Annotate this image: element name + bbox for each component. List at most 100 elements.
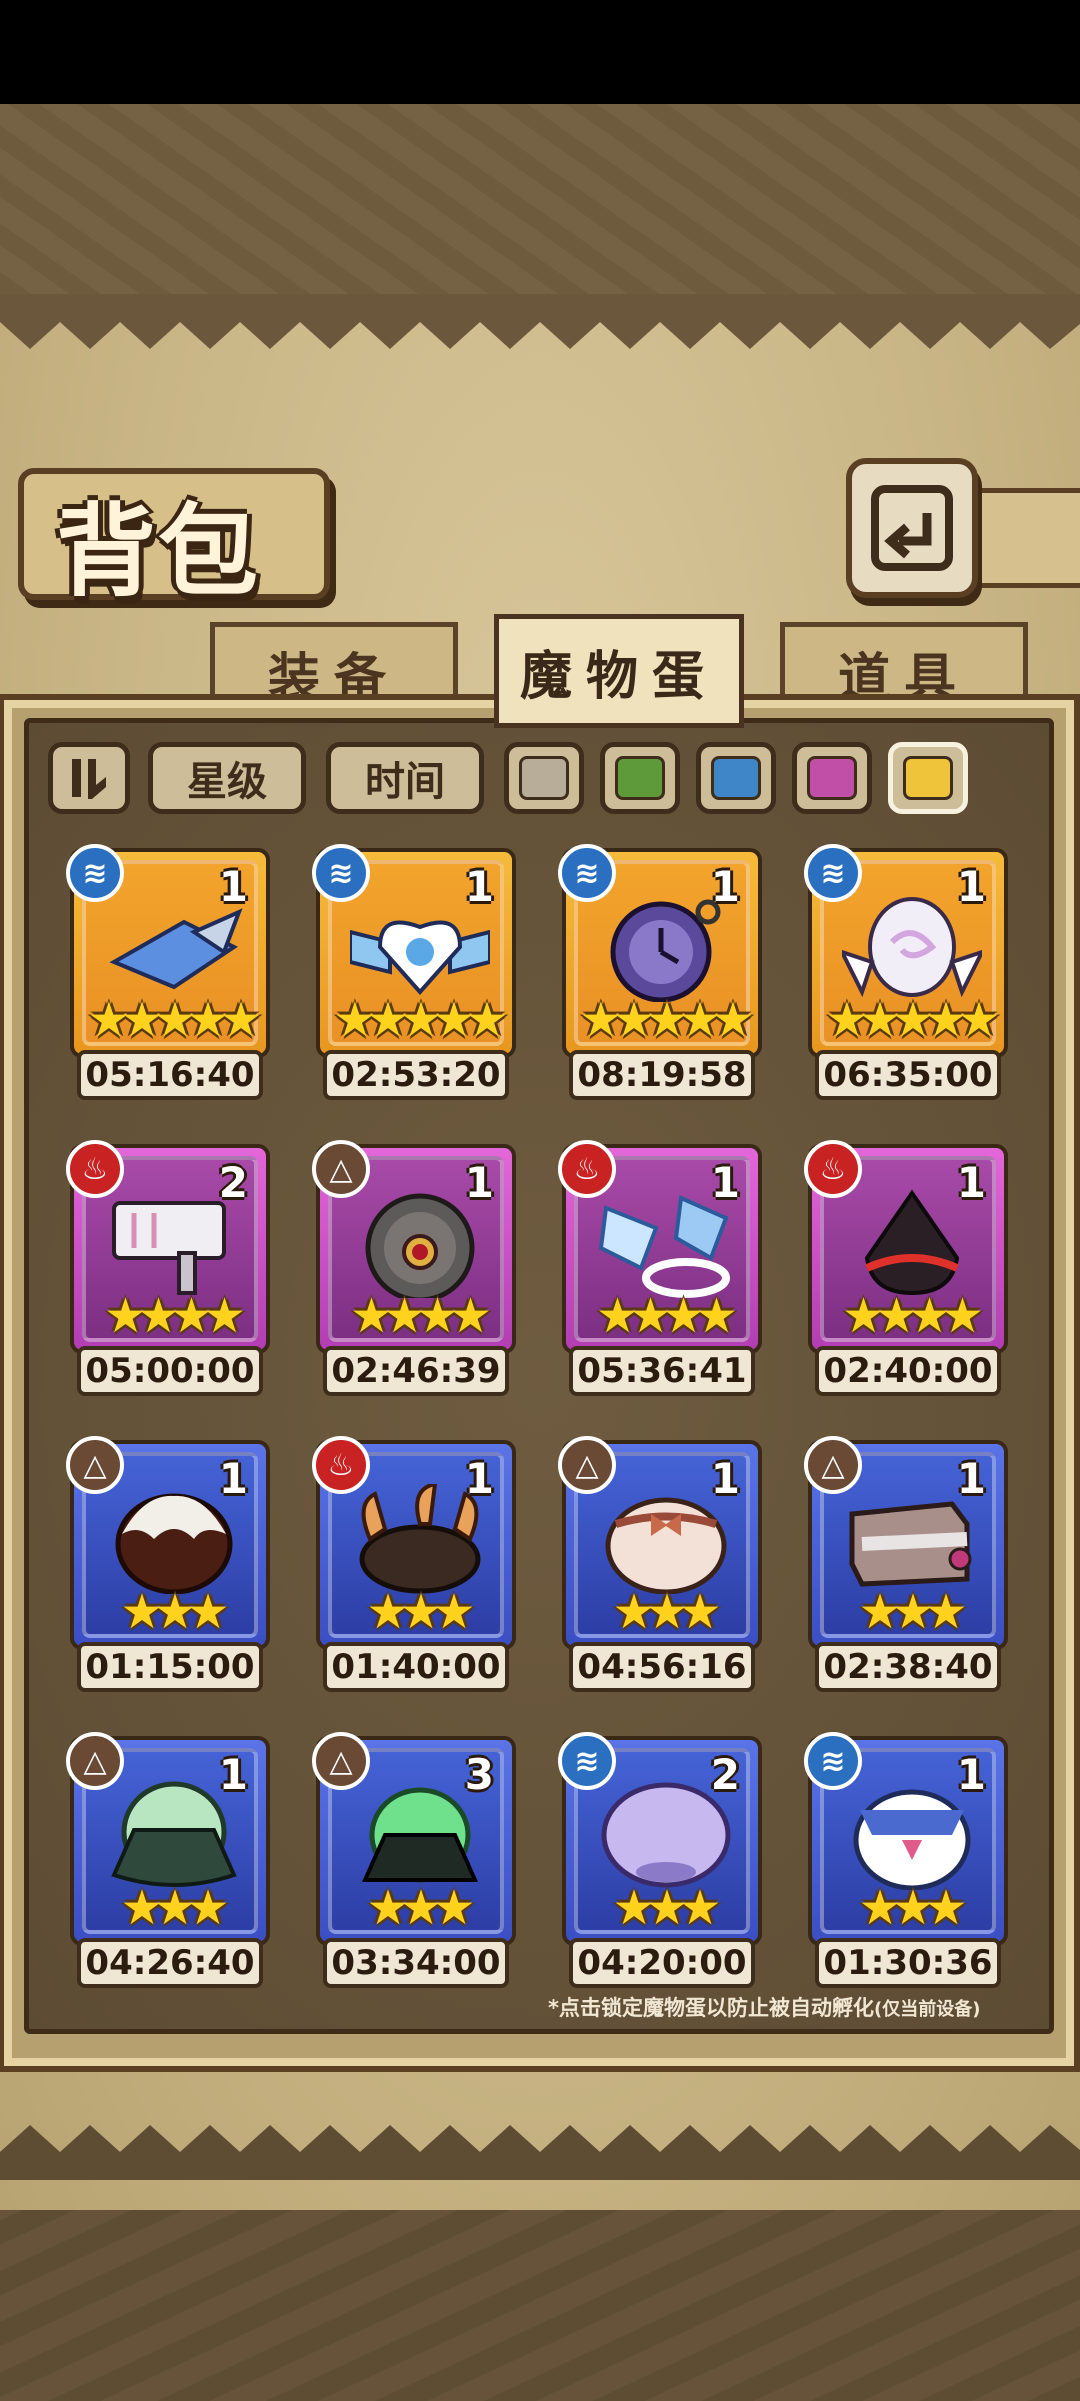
hatch-timer: 01:15:00 — [77, 1642, 263, 1692]
tab-monster-eggs[interactable]: 魔物蛋 — [494, 614, 744, 728]
element-fire-icon: ♨ — [558, 1140, 616, 1198]
hatch-timer: 02:53:20 — [323, 1050, 509, 1100]
element-earth-icon: △ — [312, 1732, 370, 1790]
egg-card[interactable]: △ 1 ★★★★ — [312, 1140, 516, 1354]
star-rating: ★★★ — [366, 1880, 475, 1936]
tab-label: 魔物蛋 — [519, 646, 718, 707]
hatch-timer: 05:36:41 — [569, 1346, 755, 1396]
star-rating: ★★★★ — [595, 1288, 738, 1344]
egg-count: 1 — [710, 1454, 740, 1503]
rarity-filter-gold[interactable] — [888, 742, 968, 814]
star-rating: ★★★ — [612, 1880, 721, 1936]
map-background-top — [0, 104, 1080, 294]
egg-count: 3 — [464, 1750, 494, 1799]
hatch-timer: 01:30:36 — [815, 1938, 1001, 1988]
egg-card[interactable]: ♨ 2 ★★★★ — [66, 1140, 270, 1354]
egg-card[interactable]: ≋ 2 ★★★ — [558, 1732, 762, 1946]
egg-card[interactable]: ≋ 1 ★★★★★ — [804, 844, 1008, 1058]
torn-edge-bottom — [0, 2125, 1080, 2180]
egg-count: 1 — [464, 1158, 494, 1207]
star-rating: ★★★ — [612, 1584, 721, 1640]
hatch-timer: 04:56:16 — [569, 1642, 755, 1692]
egg-card[interactable]: △ 1 ★★★ — [66, 1732, 270, 1946]
hatch-timer: 02:46:39 — [323, 1346, 509, 1396]
element-water-icon: ≋ — [66, 844, 124, 902]
rarity-filter-gray[interactable] — [504, 742, 584, 814]
element-water-icon: ≋ — [312, 844, 370, 902]
element-earth-icon: △ — [804, 1436, 862, 1494]
hatch-timer: 01:40:00 — [323, 1642, 509, 1692]
egg-count: 1 — [710, 862, 740, 911]
egg-count: 1 — [710, 1158, 740, 1207]
back-rail — [970, 488, 1080, 588]
egg-count: 1 — [956, 1454, 986, 1503]
map-background-bottom — [0, 2210, 1080, 2401]
star-rating: ★★★ — [120, 1584, 229, 1640]
star-rating: ★★★★ — [349, 1288, 492, 1344]
egg-count: 1 — [956, 1158, 986, 1207]
egg-count: 2 — [218, 1158, 248, 1207]
egg-card[interactable]: ♨ 1 ★★★★ — [558, 1140, 762, 1354]
egg-card[interactable]: △ 1 ★★★ — [558, 1436, 762, 1650]
hatch-timer: 05:16:40 — [77, 1050, 263, 1100]
egg-count: 1 — [464, 862, 494, 911]
hatch-timer: 05:00:00 — [77, 1346, 263, 1396]
sort-order-icon — [72, 759, 106, 799]
back-arrow-icon — [871, 485, 953, 571]
page-title: 背包 — [56, 492, 260, 610]
egg-card[interactable]: ≋ 1 ★★★★★ — [558, 844, 762, 1058]
star-rating: ★★★ — [366, 1584, 475, 1640]
star-rating: ★★★ — [858, 1880, 967, 1936]
star-rating: ★★★★★ — [825, 992, 1000, 1048]
star-rating: ★★★ — [120, 1880, 229, 1936]
hatch-timer: 04:26:40 — [77, 1938, 263, 1988]
rarity-filter-blue[interactable] — [696, 742, 776, 814]
hatch-timer: 03:34:00 — [323, 1938, 509, 1988]
element-fire-icon: ♨ — [312, 1436, 370, 1494]
rarity-filter-purple[interactable] — [792, 742, 872, 814]
lock-hint-suffix: (仅当前设备) — [873, 1999, 981, 2020]
element-earth-icon: △ — [312, 1140, 370, 1198]
hatch-timer: 04:20:00 — [569, 1938, 755, 1988]
egg-count: 1 — [956, 862, 986, 911]
egg-count: 1 — [956, 1750, 986, 1799]
egg-card[interactable]: △ 3 ★★★ — [312, 1732, 516, 1946]
egg-count: 1 — [464, 1454, 494, 1503]
egg-count: 1 — [218, 862, 248, 911]
rarity-filter-green[interactable] — [600, 742, 680, 814]
element-fire-icon: ♨ — [66, 1140, 124, 1198]
star-rating: ★★★★ — [103, 1288, 246, 1344]
torn-edge-top — [0, 294, 1080, 349]
back-button[interactable] — [846, 458, 978, 598]
element-fire-icon: ♨ — [804, 1140, 862, 1198]
egg-card[interactable]: ♨ 1 ★★★ — [312, 1436, 516, 1650]
star-rating: ★★★★★ — [579, 992, 754, 1048]
hatch-timer: 08:19:58 — [569, 1050, 755, 1100]
hatch-timer: 02:40:00 — [815, 1346, 1001, 1396]
element-water-icon: ≋ — [558, 844, 616, 902]
status-bar — [0, 0, 1080, 104]
egg-card[interactable]: △ 1 ★★★ — [804, 1436, 1008, 1650]
sort-time-button[interactable]: 时间 — [326, 742, 484, 814]
element-water-icon: ≋ — [558, 1732, 616, 1790]
egg-card[interactable]: ≋ 1 ★★★★★ — [312, 844, 516, 1058]
egg-card[interactable]: ♨ 1 ★★★★ — [804, 1140, 1008, 1354]
element-water-icon: ≋ — [804, 1732, 862, 1790]
element-earth-icon: △ — [558, 1436, 616, 1494]
egg-count: 1 — [218, 1750, 248, 1799]
element-water-icon: ≋ — [804, 844, 862, 902]
hatch-timer: 06:35:00 — [815, 1050, 1001, 1100]
egg-card[interactable]: △ 1 ★★★ — [66, 1436, 270, 1650]
lock-hint-text: *点击锁定魔物蛋以防止被自动孵化(仅当前设备) — [548, 1992, 980, 2022]
egg-count: 2 — [710, 1750, 740, 1799]
egg-card[interactable]: ≋ 1 ★★★★★ — [66, 844, 270, 1058]
egg-card[interactable]: ≋ 1 ★★★ — [804, 1732, 1008, 1946]
star-rating: ★★★ — [858, 1584, 967, 1640]
star-rating: ★★★★★ — [87, 992, 262, 1048]
sort-star-button[interactable]: 星级 — [148, 742, 306, 814]
star-rating: ★★★★★ — [333, 992, 508, 1048]
sort-order-button[interactable] — [48, 742, 130, 814]
hatch-timer: 02:38:40 — [815, 1642, 1001, 1692]
egg-count: 1 — [218, 1454, 248, 1503]
element-earth-icon: △ — [66, 1732, 124, 1790]
